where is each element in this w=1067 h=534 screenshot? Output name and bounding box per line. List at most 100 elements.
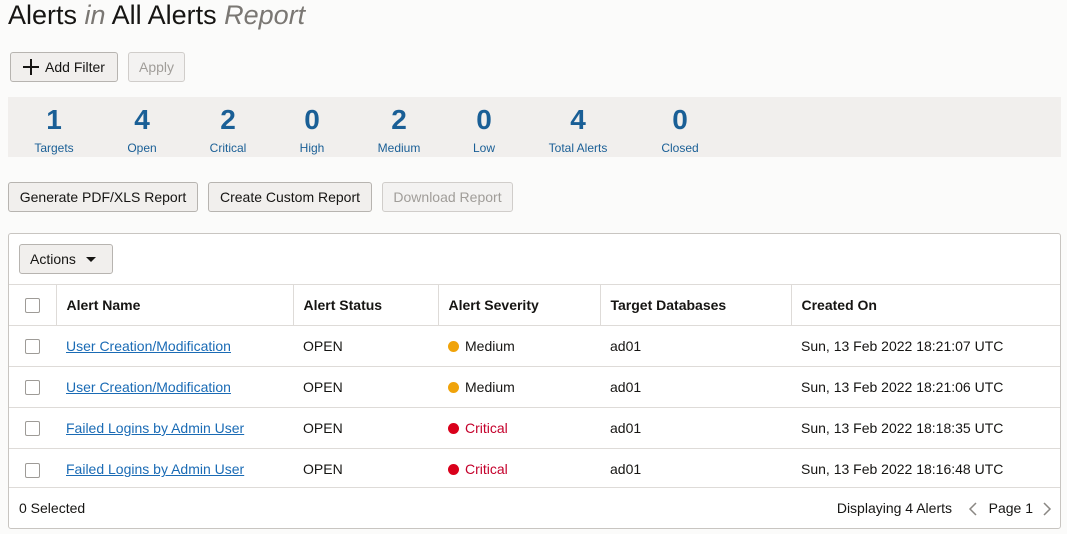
stat-targets[interactable]: 1 Targets: [14, 97, 94, 155]
stat-label: Medium: [377, 141, 421, 155]
header-target-databases[interactable]: Target Databases: [599, 284, 791, 326]
caret-down-icon: [85, 256, 96, 262]
row-select-cell: [9, 407, 56, 449]
page-indicator: Page 1: [988, 500, 1033, 516]
table-row: User Creation/Modification OPEN Medium a…: [9, 366, 1060, 408]
severity-label: Critical: [465, 420, 508, 436]
stat-value: 1: [46, 104, 62, 135]
cell-created-on: Sun, 13 Feb 2022 18:21:06 UTC: [791, 366, 1060, 408]
cell-alert-severity: Medium: [438, 366, 600, 408]
chevron-left-icon[interactable]: [968, 502, 978, 516]
cell-alert-name: Failed Logins by Admin User: [56, 407, 293, 449]
severity-label: Critical: [465, 461, 508, 478]
stats-bar: 1 Targets 4 Open 2 Critical 0 High 2 Med…: [8, 97, 1061, 157]
cell-alert-status: OPEN: [293, 448, 438, 490]
download-report-label: Download Report: [393, 189, 502, 205]
stat-high[interactable]: 0 High: [272, 97, 352, 155]
row-select-cell: [9, 448, 56, 490]
cell-alert-severity: Medium: [438, 325, 600, 367]
severity-critical-dot-icon: [448, 422, 459, 434]
cell-target-database: ad01: [600, 325, 791, 367]
stat-label: High: [299, 141, 325, 155]
alerts-table: Alert Name Alert Status Alert Severity T…: [9, 284, 1060, 490]
cell-target-database: ad01: [600, 366, 791, 408]
cell-alert-status: OPEN: [293, 325, 438, 367]
cell-alert-status: OPEN: [293, 407, 438, 449]
cell-created-on: Sun, 13 Feb 2022 18:21:07 UTC: [791, 325, 1060, 367]
alert-name-link[interactable]: User Creation/Modification: [66, 379, 231, 395]
download-report-button[interactable]: Download Report: [382, 182, 513, 212]
stat-open[interactable]: 4 Open: [102, 97, 182, 155]
severity-label: Medium: [465, 379, 515, 395]
cell-alert-name: User Creation/Modification: [56, 325, 293, 367]
stat-total-alerts[interactable]: 4 Total Alerts: [538, 97, 618, 155]
table-row: Failed Logins by Admin User OPEN Critica…: [9, 448, 1060, 490]
stat-label: Low: [472, 141, 495, 155]
title-report: Report: [224, 0, 306, 30]
generate-report-button[interactable]: Generate PDF/XLS Report: [8, 182, 198, 212]
apply-label: Apply: [138, 59, 175, 75]
stat-label: Open: [127, 141, 157, 155]
add-filter-label: Add Filter: [45, 59, 105, 75]
stat-low[interactable]: 0 Low: [444, 97, 524, 155]
stat-value: 4: [134, 104, 150, 135]
chevron-right-icon[interactable]: [1042, 502, 1052, 516]
cell-created-on: Sun, 13 Feb 2022 18:16:48 UTC: [791, 448, 1060, 490]
cell-alert-name: Failed Logins by Admin User: [56, 448, 293, 490]
stat-critical[interactable]: 2 Critical: [188, 97, 268, 155]
severity-critical-dot-icon: [448, 464, 459, 476]
actions-label: Actions: [30, 251, 76, 267]
stat-value: 2: [391, 104, 407, 135]
generate-report-label: Generate PDF/XLS Report: [19, 189, 187, 205]
actions-menu-button[interactable]: Actions: [19, 244, 113, 274]
severity-label: Medium: [465, 338, 515, 354]
severity-medium-dot-icon: [448, 340, 459, 352]
cell-alert-status: OPEN: [293, 366, 438, 408]
selected-count: 0 Selected: [19, 500, 86, 516]
stat-value: 4: [570, 104, 586, 135]
alerts-panel: Actions Alert Name Alert Status Alert Se…: [8, 233, 1061, 529]
table-row: Failed Logins by Admin User OPEN Critica…: [9, 407, 1060, 449]
row-checkbox[interactable]: [25, 462, 40, 478]
create-custom-report-button[interactable]: Create Custom Report: [208, 182, 372, 212]
row-checkbox[interactable]: [25, 421, 40, 437]
stat-value: 0: [672, 104, 688, 135]
title-alerts: Alerts: [8, 0, 78, 30]
title-report-name: All Alerts: [111, 0, 217, 30]
table-footer: 0 Selected Displaying 4 Alerts Page 1: [9, 487, 1060, 528]
select-all-cell: [9, 284, 56, 326]
select-all-checkbox[interactable]: [25, 298, 40, 314]
cell-target-database: ad01: [600, 448, 791, 490]
cell-alert-severity: Critical: [438, 448, 600, 490]
stat-label: Total Alerts: [548, 141, 608, 155]
header-alert-status[interactable]: Alert Status: [292, 284, 438, 326]
alert-name-link[interactable]: User Creation/Modification: [66, 338, 231, 354]
stat-value: 0: [304, 104, 320, 135]
row-checkbox[interactable]: [25, 380, 40, 396]
header-alert-severity[interactable]: Alert Severity: [437, 284, 600, 326]
stat-closed[interactable]: 0 Closed: [640, 97, 720, 155]
row-select-cell: [9, 325, 56, 367]
stat-medium[interactable]: 2 Medium: [359, 97, 439, 155]
stat-label: Closed: [661, 141, 699, 155]
row-checkbox[interactable]: [25, 339, 40, 355]
stat-label: Critical: [209, 141, 247, 155]
cell-alert-severity: Critical: [438, 407, 600, 449]
page-title: Alerts in All Alerts Report: [8, 0, 305, 30]
stat-value: 0: [476, 104, 492, 135]
title-in: in: [84, 0, 106, 30]
displaying-count: Displaying 4 Alerts: [836, 500, 952, 516]
apply-button[interactable]: Apply: [128, 52, 185, 82]
alert-name-link[interactable]: Failed Logins by Admin User: [66, 461, 244, 477]
alert-name-link[interactable]: Failed Logins by Admin User: [66, 420, 244, 436]
stat-label: Targets: [34, 141, 74, 155]
add-filter-button[interactable]: Add Filter: [10, 52, 118, 82]
table-header-row: Alert Name Alert Status Alert Severity T…: [9, 284, 1060, 326]
severity-medium-dot-icon: [448, 381, 459, 393]
table-row: User Creation/Modification OPEN Medium a…: [9, 325, 1060, 367]
header-alert-name[interactable]: Alert Name: [55, 284, 293, 326]
create-custom-report-label: Create Custom Report: [219, 189, 361, 205]
header-created-on[interactable]: Created On: [790, 284, 1060, 326]
cell-created-on: Sun, 13 Feb 2022 18:18:35 UTC: [791, 407, 1060, 449]
plus-icon: [23, 59, 40, 75]
